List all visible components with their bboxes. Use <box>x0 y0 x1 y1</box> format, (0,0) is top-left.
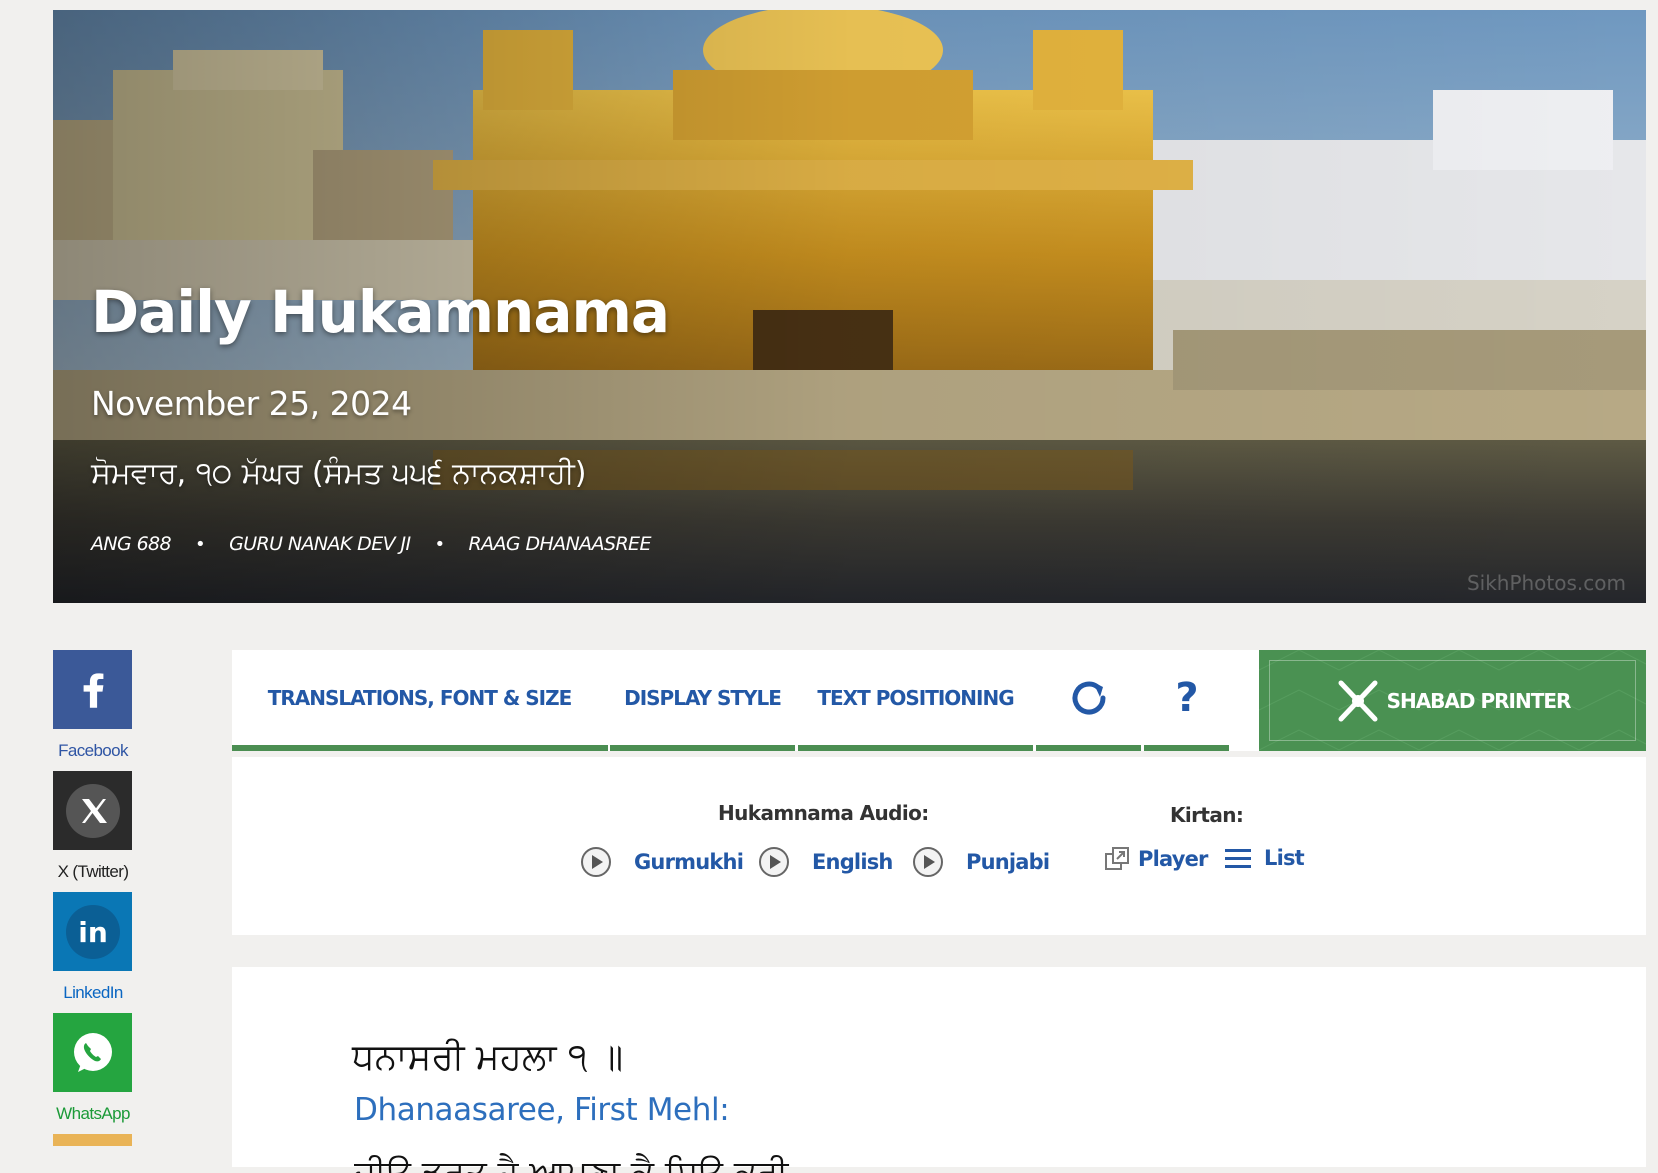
play-icon <box>581 847 611 877</box>
kirtan-player-button[interactable]: Player <box>1104 846 1208 872</box>
linkedin-share-button[interactable]: in LinkedIn <box>53 892 133 1007</box>
gurbani-line: ਧਨਾਸਰੀ ਮਹਲਾ ੧ ॥ <box>352 1037 624 1078</box>
khanda-icon <box>1338 680 1378 721</box>
kirtan-player-label: Player <box>1138 847 1208 871</box>
help-icon: ? <box>1175 674 1198 721</box>
linkedin-icon: in <box>53 892 132 971</box>
hukamnama-date: November 25, 2024 <box>91 384 412 423</box>
x-twitter-share-button[interactable]: X (Twitter) <box>53 771 133 886</box>
social-share-bar: Facebook X (Twitter) in LinkedIn WhatsAp… <box>53 650 133 1152</box>
audio-english-button[interactable]: English <box>758 846 893 878</box>
ang-number: ANG 688 <box>91 533 172 555</box>
external-window-icon <box>1105 847 1129 870</box>
shabad-printer-label: SHABAD PRINTER <box>1386 688 1572 713</box>
facebook-label: Facebook <box>58 741 128 760</box>
shabad-printer-button[interactable]: SHABAD PRINTER <box>1259 650 1646 751</box>
photo-watermark: SikhPhotos.com <box>1466 571 1626 595</box>
tab-underline <box>1036 745 1141 751</box>
linkedin-label: LinkedIn <box>63 983 123 1002</box>
refresh-button[interactable] <box>1036 650 1141 745</box>
audio-gurmukhi-button[interactable]: Gurmukhi <box>580 846 744 878</box>
display-toolbar: TRANSLATIONS, FONT & SIZE DISPLAY STYLE … <box>232 650 1646 751</box>
hero-banner: Daily Hukamnama November 25, 2024 ਸੋਮਵਾਰ… <box>53 10 1646 603</box>
tab-label: DISPLAY STYLE <box>624 685 782 710</box>
author: GURU NANAK DEV JI <box>229 533 411 555</box>
english-translation: Dhanaasaree, First Mehl: <box>354 1092 730 1128</box>
gurmukhi-date: ਸੋਮਵਾਰ, ੧੦ ਮੱਘਰ (ਸੰਮਤ ੫੫੬ ਨਾਨਕਸ਼ਾਹੀ) <box>91 456 587 491</box>
play-icon <box>913 847 943 877</box>
page: Daily Hukamnama November 25, 2024 ਸੋਮਵਾਰ… <box>12 0 1658 1173</box>
audio-punjabi-button[interactable]: Punjabi <box>912 846 1050 878</box>
tab-underline <box>1144 745 1229 751</box>
tab-underline <box>610 745 795 751</box>
whatsapp-share-button[interactable]: WhatsApp <box>53 1013 133 1128</box>
refresh-icon <box>1072 681 1105 714</box>
facebook-share-button[interactable]: Facebook <box>53 650 133 765</box>
hukamnama-audio-label: Hukamnama Audio: <box>718 801 929 825</box>
x-twitter-label: X (Twitter) <box>57 862 129 881</box>
separator-dot: • <box>434 533 445 555</box>
tab-display-style[interactable]: DISPLAY STYLE <box>610 650 795 745</box>
facebook-icon <box>53 650 132 729</box>
audio-gurmukhi-label: Gurmukhi <box>634 850 744 874</box>
tab-translations-font-size[interactable]: TRANSLATIONS, FONT & SIZE <box>232 650 607 745</box>
tab-label: TEXT POSITIONING <box>817 685 1014 710</box>
whatsapp-label: WhatsApp <box>56 1104 130 1123</box>
share-more-icon <box>53 1134 132 1146</box>
page-title: Daily Hukamnama <box>91 278 670 346</box>
x-twitter-icon <box>53 771 132 850</box>
play-icon <box>759 847 789 877</box>
raag: RAAG DHANAASREE <box>468 533 652 555</box>
whatsapp-icon <box>53 1013 132 1092</box>
hukamnama-meta: ANG 688 • GURU NANAK DEV JI • RAAG DHANA… <box>91 533 651 555</box>
tab-underline <box>798 745 1033 751</box>
audio-english-label: English <box>812 850 893 874</box>
hukamnama-content: ਧਨਾਸਰੀ ਮਹਲਾ ੧ ॥ Dhanaasaree, First Mehl:… <box>232 967 1646 1173</box>
tab-underline <box>232 745 608 751</box>
svg-text:in: in <box>78 916 108 949</box>
gurbani-line-partial: ਜੀਉ ਡਰਤੁ ਹੈ ਆਪਣਾ ਕੈ ਸਿਉ ਕਰੀ ਪੁਕਾਰ ॥ <box>354 1153 789 1173</box>
audio-punjabi-label: Punjabi <box>966 850 1050 874</box>
more-share-button[interactable] <box>53 1134 133 1146</box>
kirtan-list-button[interactable]: List <box>1224 846 1305 870</box>
tab-text-positioning[interactable]: TEXT POSITIONING <box>798 650 1033 745</box>
list-icon <box>1225 849 1251 868</box>
tab-label: TRANSLATIONS, FONT & SIZE <box>267 685 573 710</box>
audio-panel: Hukamnama Audio: Kirtan: Gurmukhi Englis… <box>232 757 1646 935</box>
shabad-printer-label-wrap: SHABAD PRINTER <box>1269 660 1636 741</box>
separator-dot: • <box>195 533 206 555</box>
kirtan-label: Kirtan: <box>1170 803 1244 827</box>
help-button[interactable]: ? <box>1144 650 1229 745</box>
kirtan-list-label: List <box>1264 846 1305 870</box>
